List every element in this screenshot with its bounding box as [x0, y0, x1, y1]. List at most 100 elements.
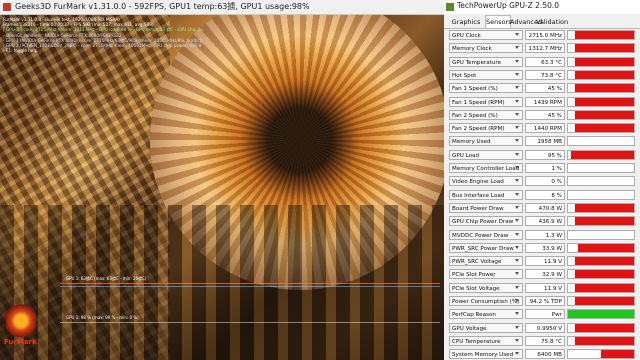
sensor-row: GPU Temperature 63.3 °C — [444, 56, 640, 68]
sensor-dropdown-icon[interactable] — [515, 219, 519, 223]
sensor-graph — [567, 269, 635, 280]
sensor-dropdown-icon[interactable] — [515, 192, 519, 196]
overlay-line-help: - F1: toggle help — [3, 48, 38, 54]
sensor-value: 2715.0 MHz — [525, 30, 565, 40]
sensor-row: Hot Spot 73.8 °C — [444, 69, 640, 81]
sensor-label[interactable]: PCIe Slot Voltage — [449, 282, 523, 293]
sensor-value: 32.9 W — [525, 269, 565, 280]
sensor-label[interactable]: Video Engine Load — [449, 176, 523, 187]
sensor-graph — [567, 163, 635, 173]
sensor-dropdown-icon[interactable] — [515, 285, 519, 289]
sensor-dropdown-icon[interactable] — [515, 59, 519, 63]
sensor-graph-fill — [568, 310, 634, 319]
sensor-label[interactable]: GPU Clock — [449, 30, 523, 40]
sensor-graph-fill — [571, 150, 634, 159]
sensor-label[interactable]: Bus Interface Load — [449, 189, 523, 200]
sensor-dropdown-icon[interactable] — [515, 259, 519, 263]
sensor-row: PWR_SRC Voltage 11.9 V — [444, 256, 640, 267]
sensor-dropdown-icon[interactable] — [515, 338, 519, 342]
sensor-graph-fill — [574, 31, 634, 39]
sensor-row: PerfCap Reason Pwr — [444, 309, 640, 320]
sensor-dropdown-icon[interactable] — [515, 112, 519, 116]
sensor-label[interactable]: PWR_SRC Voltage — [449, 256, 523, 267]
sensor-graph — [567, 109, 635, 120]
sensor-dropdown-icon[interactable] — [515, 46, 519, 50]
sensor-dropdown-icon[interactable] — [515, 139, 519, 143]
sensor-graph — [567, 256, 635, 267]
sensor-dropdown-icon[interactable] — [515, 352, 519, 356]
sensor-label[interactable]: GPU Voltage — [449, 322, 523, 333]
furmark-titlebar[interactable]: Geeks3D FurMark v1.31.0.0 - 592FPS, GPU1… — [0, 0, 444, 15]
sensor-graph — [567, 136, 635, 147]
sensor-label[interactable]: PerfCap Reason — [449, 309, 523, 320]
sensor-dropdown-icon[interactable] — [515, 72, 519, 76]
sensor-graph — [567, 96, 635, 107]
sensor-label[interactable]: Hot Spot — [449, 69, 523, 80]
sensor-graph — [567, 83, 635, 94]
tab-advanced[interactable]: Advanced — [510, 16, 542, 28]
sensor-label[interactable]: MVDDC Power Draw — [449, 229, 523, 240]
sensor-graph-fill — [574, 44, 634, 53]
sensor-label[interactable]: Fan 1 Speed (RPM) — [449, 96, 523, 107]
sensor-value: 1 % — [525, 163, 565, 173]
usage-graph-line — [60, 322, 440, 323]
sensor-label[interactable]: Memory Used — [449, 136, 523, 147]
sensor-dropdown-icon[interactable] — [515, 152, 519, 156]
sensor-value: 33.9 W — [525, 242, 565, 253]
sensor-value: 75.8 °C — [525, 335, 565, 346]
sensor-value: 6400 MB — [525, 349, 565, 360]
sensor-graph — [567, 349, 635, 360]
temperature-graph-label: GPU 1: 63掳C (max: 63掳C - min: 26掳C) — [66, 276, 147, 281]
sensor-graph-fill — [574, 84, 634, 93]
sensor-row: Video Engine Load 0 % — [444, 176, 640, 187]
sensor-value: 63.3 °C — [525, 56, 565, 67]
sensor-graph — [567, 296, 635, 306]
furmark-window-title: Geeks3D FurMark v1.31.0.0 - 592FPS, GPU1… — [15, 2, 310, 11]
sensor-dropdown-icon[interactable] — [515, 312, 519, 316]
sensor-dropdown-icon[interactable] — [515, 166, 519, 169]
tab-graphics-card[interactable]: Graphics Card — [447, 16, 485, 38]
sensor-label[interactable]: Fan 1 Speed (%) — [449, 83, 523, 94]
sensor-graph-fill — [574, 336, 634, 345]
gpuz-window-title: TechPowerUp GPU-Z 2.50.0 — [457, 1, 560, 10]
sensor-row: GPU Chip Power Draw 436.9 W — [444, 216, 640, 227]
sensor-graph-fill — [574, 217, 634, 226]
sensor-value: 1440 RPM — [525, 123, 565, 134]
sensor-dropdown-icon[interactable] — [515, 205, 519, 209]
sensor-dropdown-icon[interactable] — [515, 99, 519, 103]
sensor-dropdown-icon[interactable] — [515, 126, 519, 130]
sensor-label[interactable]: CPU Temperature — [449, 335, 523, 346]
furmark-render-canvas[interactable] — [0, 15, 444, 360]
furmark-window: Geeks3D FurMark v1.31.0.0 - 592FPS, GPU1… — [0, 0, 444, 360]
tab-sensors[interactable]: Sensors — [485, 15, 512, 28]
temperature-graph-line — [60, 283, 440, 284]
sensor-graph — [567, 282, 635, 293]
sensor-label[interactable]: Memory Clock — [449, 43, 523, 54]
sensor-label[interactable]: PWR_SRC Power Draw — [449, 242, 523, 253]
sensor-dropdown-icon[interactable] — [515, 179, 519, 183]
sensor-dropdown-icon[interactable] — [515, 245, 519, 249]
tab-validation[interactable]: Validation — [536, 16, 568, 28]
sensor-label[interactable]: GPU Load — [449, 149, 523, 160]
sensor-dropdown-icon[interactable] — [515, 33, 519, 36]
sensor-dropdown-icon[interactable] — [515, 299, 519, 302]
sensor-value: 1312.7 MHz — [525, 43, 565, 54]
sensor-label[interactable]: GPU Temperature — [449, 56, 523, 67]
sensor-label[interactable]: Board Power Draw — [449, 202, 523, 213]
sensor-label[interactable]: Power Consumption (%) — [449, 296, 523, 306]
sensor-label[interactable]: GPU Chip Power Draw — [449, 216, 523, 227]
sensor-label[interactable]: Fan 2 Speed (%) — [449, 109, 523, 120]
gpuz-titlebar[interactable]: TechPowerUp GPU-Z 2.50.0 — [444, 0, 640, 14]
sensor-label[interactable]: PCIe Slot Power — [449, 269, 523, 280]
sensor-label[interactable]: Memory Controller Load — [449, 163, 523, 173]
sensor-graph — [567, 149, 635, 160]
sensor-dropdown-icon[interactable] — [515, 86, 519, 90]
sensor-label[interactable]: Fan 2 Speed (RPM) — [449, 123, 523, 134]
sensor-row: PCIe Slot Voltage 11.9 V — [444, 282, 640, 294]
sensor-value: 0 % — [525, 176, 565, 187]
sensor-dropdown-icon[interactable] — [515, 272, 519, 276]
sensor-row: Board Power Draw 470.8 W — [444, 202, 640, 214]
sensor-dropdown-icon[interactable] — [515, 325, 519, 329]
sensor-dropdown-icon[interactable] — [515, 232, 519, 236]
sensor-label[interactable]: System Memory Used — [449, 349, 523, 360]
